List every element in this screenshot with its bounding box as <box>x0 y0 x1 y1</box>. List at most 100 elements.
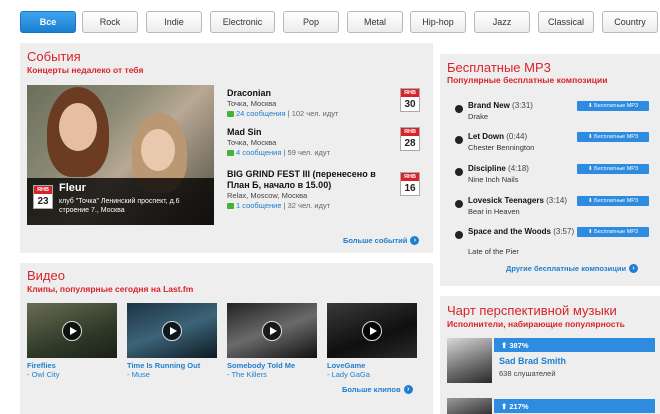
free-mp3-button[interactable]: ⬇ Бесплатные MP3 <box>577 101 649 111</box>
tab-indie[interactable]: Indie <box>146 11 202 33</box>
tab-hip-hop[interactable]: Hip-hop <box>410 11 466 33</box>
video-title[interactable]: Somebody Told Me <box>227 361 295 370</box>
growth-badge: ⬆ 217% <box>494 399 655 413</box>
tab-electronic[interactable]: Electronic <box>210 11 275 33</box>
events-title: События <box>27 49 81 64</box>
video-title[interactable]: Fireflies <box>27 361 56 370</box>
tab-metal[interactable]: Metal <box>347 11 403 33</box>
track-duration: (0:44) <box>506 132 528 141</box>
event-date-badge: ЯНВ 28 <box>400 127 420 151</box>
play-icon[interactable] <box>262 320 282 341</box>
track-artist[interactable]: Nine Inch Nails <box>468 175 518 184</box>
mp3-subtitle: Популярные бесплатные композиции <box>447 75 608 85</box>
artist-listeners: 638 слушателей <box>499 369 556 378</box>
chart-title: Чарт перспективной музыки <box>447 303 617 318</box>
featured-date-badge: ЯНВ 23 <box>33 185 53 209</box>
event-item[interactable]: BIG GRIND FEST III (перенесено в План Б,… <box>227 169 397 211</box>
free-mp3-button[interactable]: ⬇ Бесплатные MP3 <box>577 227 649 237</box>
event-comments-link[interactable]: 4 сообщения <box>236 148 281 157</box>
artist-photo[interactable] <box>447 338 492 383</box>
tab-all[interactable]: Все <box>20 11 76 33</box>
play-icon[interactable] <box>455 168 463 176</box>
videos-subtitle: Клипы, популярные сегодня на Last.fm <box>27 284 194 294</box>
tab-rock[interactable]: Rock <box>82 11 138 33</box>
track-title[interactable]: Let Down <box>468 132 504 141</box>
track-artist[interactable]: Chester Bennington <box>468 143 534 152</box>
more-mp3-link[interactable]: Другие бесплатные композиции › <box>506 264 639 273</box>
comment-icon <box>227 203 234 209</box>
event-comments-link[interactable]: 24 сообщения <box>236 109 286 118</box>
mp3-item: Space and the Woods (3:57) Late of the P… <box>447 227 655 257</box>
artist-photo[interactable] <box>447 398 492 414</box>
event-comments-link[interactable]: 1 сообщение <box>236 201 282 210</box>
featured-event-name[interactable]: Fleur <box>59 182 86 194</box>
more-events-link[interactable]: Больше событий › <box>343 236 420 245</box>
video-artist[interactable]: - Muse <box>127 370 150 379</box>
video-title[interactable]: LoveGame <box>327 361 365 370</box>
video-artist[interactable]: - The Killers <box>227 370 267 379</box>
free-mp3-button[interactable]: ⬇ Бесплатные MP3 <box>577 164 649 174</box>
event-title[interactable]: Draconian <box>227 88 423 99</box>
event-meta: 1 сообщение | 32 чел. идут <box>227 201 397 211</box>
mp3-item: Let Down (0:44) Chester Bennington ⬇ Бес… <box>447 132 655 162</box>
video-title[interactable]: Time Is Running Out <box>127 361 200 370</box>
video-thumbnail[interactable] <box>27 303 117 358</box>
video-thumbnail[interactable] <box>127 303 217 358</box>
event-title[interactable]: BIG GRIND FEST III (перенесено в План Б,… <box>227 169 397 191</box>
more-videos-link[interactable]: Больше клипов › <box>342 385 413 394</box>
video-artist[interactable]: - Lady GaGa <box>327 370 370 379</box>
play-icon[interactable] <box>162 320 182 341</box>
play-icon[interactable] <box>455 105 463 113</box>
play-icon[interactable] <box>362 320 382 341</box>
event-venue: Точка, Москва <box>227 138 277 147</box>
genre-tabs: Все Rock Indie Electronic Pop Metal Hip-… <box>20 11 660 33</box>
track-artist[interactable]: Drake <box>468 112 488 121</box>
event-meta: 24 сообщения | 102 чел. идут <box>227 109 423 119</box>
event-venue: Точка, Москва <box>227 99 277 108</box>
arrow-right-icon: › <box>629 264 639 273</box>
featured-event-caption[interactable]: ЯНВ 23 Fleur клуб "Точка" Ленинский прос… <box>27 178 214 225</box>
videos-title: Видео <box>27 268 65 283</box>
event-date-badge: ЯНВ 16 <box>400 172 420 196</box>
track-title[interactable]: Space and the Woods <box>468 227 551 236</box>
video-thumbnail[interactable] <box>227 303 317 358</box>
play-icon[interactable] <box>455 231 463 239</box>
event-attendees: | 59 чел. идут <box>283 148 331 157</box>
comment-icon <box>227 111 234 117</box>
track-duration: (3:31) <box>512 101 533 110</box>
play-icon[interactable] <box>455 200 463 208</box>
event-venue: Relax, Moscow, Москва <box>227 191 308 200</box>
track-title[interactable]: Lovesick Teenagers <box>468 196 544 205</box>
track-duration: (3:14) <box>546 196 568 205</box>
tab-country[interactable]: Country <box>602 11 658 33</box>
tab-jazz[interactable]: Jazz <box>474 11 530 33</box>
arrow-right-icon: › <box>410 236 420 245</box>
track-artist[interactable]: Late of the Pier <box>468 247 519 256</box>
event-attendees: | 102 чел. идут <box>287 109 339 118</box>
comment-icon <box>227 150 234 156</box>
arrow-right-icon: › <box>403 385 413 394</box>
track-duration: (4:18) <box>508 164 529 173</box>
featured-event-venue: клуб "Точка" Ленинский проспект, д.6 стр… <box>59 198 180 214</box>
tab-pop[interactable]: Pop <box>283 11 339 33</box>
tab-classical[interactable]: Classical <box>538 11 594 33</box>
track-duration: (3:57) <box>553 227 575 236</box>
track-title[interactable]: Brand New <box>468 101 510 110</box>
track-artist[interactable]: Bear in Heaven <box>468 207 520 216</box>
events-subtitle: Концерты недалеко от тебя <box>27 65 144 75</box>
video-thumbnail[interactable] <box>327 303 417 358</box>
event-attendees: | 32 чел. идут <box>283 201 331 210</box>
event-meta: 4 сообщения | 59 чел. идут <box>227 148 423 158</box>
artist-name[interactable]: Sad Brad Smith <box>499 356 566 366</box>
free-mp3-button[interactable]: ⬇ Бесплатные MP3 <box>577 196 649 206</box>
mp3-title: Бесплатные MP3 <box>447 60 551 75</box>
event-item[interactable]: Mad Sin Точка, Москва 4 сообщения | 59 ч… <box>227 127 423 158</box>
play-icon[interactable] <box>62 320 82 341</box>
chart-subtitle: Исполнители, набирающие популярность <box>447 319 625 329</box>
event-item[interactable]: Draconian Точка, Москва 24 сообщения | 1… <box>227 88 423 119</box>
event-title[interactable]: Mad Sin <box>227 127 423 138</box>
video-artist[interactable]: - Owl City <box>27 370 60 379</box>
play-icon[interactable] <box>455 136 463 144</box>
free-mp3-button[interactable]: ⬇ Бесплатные MP3 <box>577 132 649 142</box>
track-title[interactable]: Discipline <box>468 164 506 173</box>
